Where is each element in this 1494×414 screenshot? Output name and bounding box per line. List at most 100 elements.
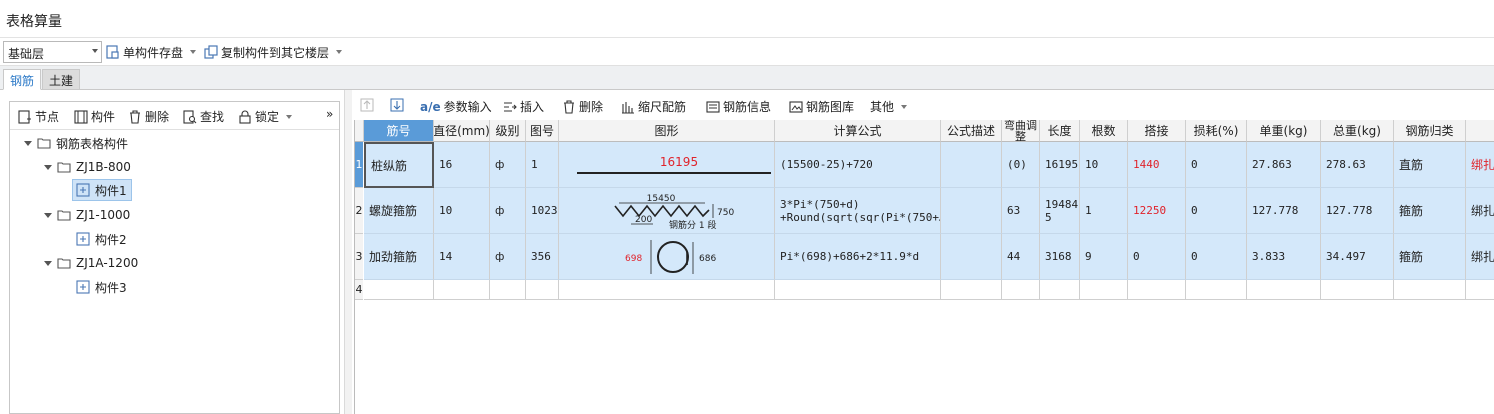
cell-length[interactable]: 19484 5 bbox=[1040, 188, 1080, 234]
cell-grade[interactable]: ф bbox=[490, 188, 526, 234]
row-number[interactable]: 2 bbox=[355, 188, 363, 234]
tree-item-component-1[interactable]: 构件1 bbox=[72, 179, 132, 201]
scale-rebar-button[interactable]: 缩尺配筋 bbox=[621, 98, 686, 115]
panel-splitter[interactable] bbox=[344, 90, 352, 414]
cell-bar-name[interactable] bbox=[364, 280, 434, 300]
tree-group-3[interactable]: ZJ1A-1200 bbox=[44, 252, 138, 274]
cell-tie[interactable] bbox=[1466, 280, 1494, 300]
row-number[interactable]: 3 bbox=[355, 234, 363, 280]
cell-count[interactable] bbox=[1080, 280, 1128, 300]
tree-group-1[interactable]: ZJ1B-800 bbox=[44, 156, 131, 178]
floor-select[interactable]: 基础层 bbox=[3, 41, 102, 63]
cell-shape[interactable]: 698 686 bbox=[559, 234, 775, 280]
cell-category[interactable] bbox=[1394, 280, 1466, 300]
col-header-length[interactable]: 长度 bbox=[1040, 120, 1080, 142]
cell-tie[interactable]: 绑扎 bbox=[1466, 142, 1494, 188]
col-header-formula-desc[interactable]: 公式描述 bbox=[941, 120, 1002, 142]
row-number[interactable]: 4 bbox=[355, 280, 363, 300]
cell-bend[interactable]: 44 bbox=[1002, 234, 1040, 280]
lock-button[interactable]: 锁定 bbox=[238, 108, 293, 125]
tree-item-component-3[interactable]: 构件3 bbox=[76, 276, 127, 298]
cell-formula[interactable] bbox=[775, 280, 941, 300]
cell-category[interactable]: 箍筋 bbox=[1394, 234, 1466, 280]
cell-shape[interactable] bbox=[559, 280, 775, 300]
cell-fig-no[interactable]: 1 bbox=[526, 142, 559, 188]
cell-tie[interactable]: 绑扎 bbox=[1466, 188, 1494, 234]
more-button[interactable]: » bbox=[326, 107, 333, 121]
cell-shape[interactable]: 15450 750 200 钢筋分 1 段 bbox=[559, 188, 775, 234]
save-component-button[interactable]: 单构件存盘 bbox=[106, 42, 197, 62]
param-input-button[interactable]: a/e 参数输入 bbox=[420, 98, 492, 115]
cell-total-weight[interactable]: 34.497 bbox=[1321, 234, 1394, 280]
move-up-button[interactable] bbox=[360, 98, 374, 112]
tab-rebar[interactable]: 钢筋 bbox=[3, 69, 42, 90]
col-header-fig-no[interactable]: 图号 bbox=[526, 120, 559, 142]
cell-grade[interactable]: ф bbox=[490, 234, 526, 280]
cell-formula-desc[interactable] bbox=[941, 188, 1002, 234]
col-header-loss[interactable]: 损耗(%) bbox=[1186, 120, 1247, 142]
cell-loss[interactable]: 0 bbox=[1186, 142, 1247, 188]
cell-bar-name[interactable]: 加劲箍筋 bbox=[364, 234, 434, 280]
col-header-category[interactable]: 钢筋归类 bbox=[1394, 120, 1466, 142]
cell-bend[interactable]: 63 bbox=[1002, 188, 1040, 234]
cell-count[interactable]: 1 bbox=[1080, 188, 1128, 234]
cell-length[interactable]: 3168 bbox=[1040, 234, 1080, 280]
cell-unit-weight[interactable]: 27.863 bbox=[1247, 142, 1321, 188]
cell-lap[interactable] bbox=[1128, 280, 1186, 300]
cell-unit-weight[interactable]: 127.778 bbox=[1247, 188, 1321, 234]
cell-formula-desc[interactable] bbox=[941, 234, 1002, 280]
component-button[interactable]: 构件 bbox=[74, 108, 115, 125]
cell-total-weight[interactable] bbox=[1321, 280, 1394, 300]
cell-bend[interactable] bbox=[1002, 280, 1040, 300]
rebar-library-button[interactable]: 钢筋图库 bbox=[789, 98, 854, 115]
col-header-diameter[interactable]: 直径(mm) bbox=[434, 120, 490, 142]
cell-grade[interactable]: ф bbox=[490, 142, 526, 188]
row-number[interactable]: 1 bbox=[355, 142, 363, 188]
col-header-grade[interactable]: 级别 bbox=[490, 120, 526, 142]
col-header-count[interactable]: 根数 bbox=[1080, 120, 1128, 142]
cell-diameter[interactable]: 16 bbox=[434, 142, 490, 188]
copy-to-floor-button[interactable]: 复制构件到其它楼层 bbox=[204, 42, 343, 62]
cell-formula[interactable]: Pi*(698)+686+2*11.9*d bbox=[775, 234, 941, 280]
cell-diameter[interactable]: 10 bbox=[434, 188, 490, 234]
tree-item-component-2[interactable]: 构件2 bbox=[76, 228, 127, 250]
tree-root[interactable]: 钢筋表格构件 bbox=[24, 132, 128, 154]
node-button[interactable]: 节点 bbox=[18, 108, 59, 125]
cell-count[interactable]: 9 bbox=[1080, 234, 1128, 280]
cell-formula[interactable]: 3*Pi*(750+d) +Round(sqrt(sqr(Pi*(750+… bbox=[775, 188, 941, 234]
cell-unit-weight[interactable] bbox=[1247, 280, 1321, 300]
cell-tie[interactable]: 绑扎 bbox=[1466, 234, 1494, 280]
other-menu-button[interactable]: 其他 bbox=[870, 98, 908, 115]
delete-row-button[interactable]: 删除 bbox=[562, 98, 603, 115]
delete-node-button[interactable]: 删除 bbox=[128, 108, 169, 125]
col-header-total-weight[interactable]: 总重(kg) bbox=[1321, 120, 1394, 142]
cell-lap[interactable]: 1440 bbox=[1128, 142, 1186, 188]
cell-count[interactable]: 10 bbox=[1080, 142, 1128, 188]
cell-lap[interactable]: 0 bbox=[1128, 234, 1186, 280]
col-header-tie[interactable] bbox=[1466, 120, 1494, 142]
cell-unit-weight[interactable]: 3.833 bbox=[1247, 234, 1321, 280]
cell-total-weight[interactable]: 278.63 bbox=[1321, 142, 1394, 188]
col-header-bend[interactable]: 弯曲调整 bbox=[1002, 120, 1040, 142]
cell-shape[interactable]: 16195 bbox=[559, 142, 775, 188]
tab-civil[interactable]: 土建 bbox=[42, 69, 81, 90]
move-down-button[interactable] bbox=[390, 98, 404, 112]
cell-fig-no[interactable] bbox=[526, 280, 559, 300]
cell-category[interactable]: 直筋 bbox=[1394, 142, 1466, 188]
cell-grade[interactable] bbox=[490, 280, 526, 300]
cell-bend[interactable]: (0) bbox=[1002, 142, 1040, 188]
col-header-formula[interactable]: 计算公式 bbox=[775, 120, 941, 142]
cell-total-weight[interactable]: 127.778 bbox=[1321, 188, 1394, 234]
col-header-shape[interactable]: 图形 bbox=[559, 120, 775, 142]
cell-formula-desc[interactable] bbox=[941, 280, 1002, 300]
cell-loss[interactable]: 0 bbox=[1186, 188, 1247, 234]
cell-length[interactable]: 16195 bbox=[1040, 142, 1080, 188]
cell-formula-desc[interactable] bbox=[941, 142, 1002, 188]
tree-group-2[interactable]: ZJ1-1000 bbox=[44, 204, 130, 226]
cell-formula[interactable]: (15500-25)+720 bbox=[775, 142, 941, 188]
cell-loss[interactable] bbox=[1186, 280, 1247, 300]
cell-diameter[interactable] bbox=[434, 280, 490, 300]
cell-lap[interactable]: 12250 bbox=[1128, 188, 1186, 234]
find-button[interactable]: 查找 bbox=[183, 108, 224, 125]
col-header-lap[interactable]: 搭接 bbox=[1128, 120, 1186, 142]
